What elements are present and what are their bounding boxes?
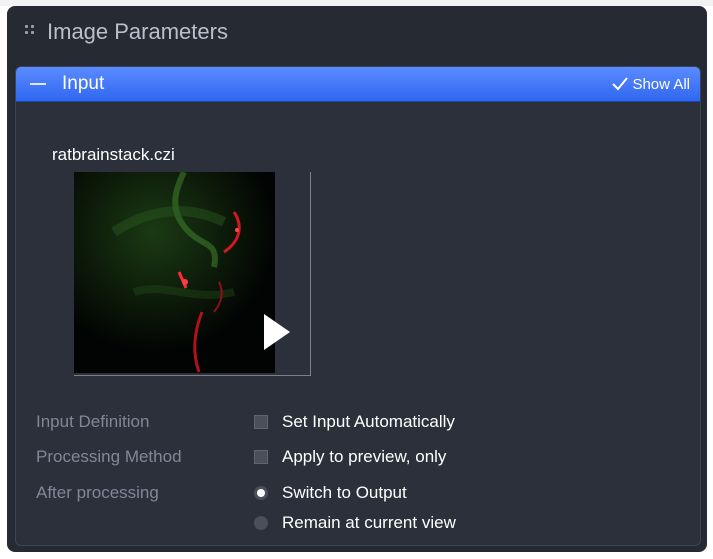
show-all-button[interactable]: Show All — [612, 76, 690, 93]
switch-to-output-radio[interactable] — [254, 486, 268, 500]
remain-at-current-view-option[interactable]: Remain at current view — [254, 513, 456, 533]
apply-to-preview-checkbox[interactable] — [254, 450, 268, 464]
remain-at-current-view-label: Remain at current view — [282, 513, 456, 532]
processing-method-label: Processing Method — [36, 447, 182, 466]
switch-to-output-option[interactable]: Switch to Output — [254, 483, 407, 503]
image-parameters-panel: Image Parameters Input Show All ratbrain… — [7, 6, 707, 552]
panel-title: Image Parameters — [47, 19, 228, 44]
play-icon[interactable] — [264, 314, 290, 350]
switch-to-output-label: Switch to Output — [282, 483, 407, 502]
input-section: Input Show All ratbrainstack.czi Input D… — [15, 66, 701, 546]
drag-handle-icon[interactable] — [25, 25, 39, 39]
collapse-icon[interactable] — [30, 83, 46, 85]
set-input-automatically-option[interactable]: Set Input Automatically — [254, 412, 455, 432]
apply-to-preview-label: Apply to preview, only — [282, 447, 447, 466]
apply-to-preview-option[interactable]: Apply to preview, only — [254, 447, 446, 467]
input-definition-label: Input Definition — [36, 412, 150, 431]
thumbnail-image — [74, 172, 275, 373]
thumbnail-frame[interactable] — [74, 172, 311, 376]
after-processing-label: After processing — [36, 483, 159, 502]
set-input-automatically-checkbox[interactable] — [254, 415, 268, 429]
show-all-label: Show All — [632, 75, 690, 93]
image-thumbnail[interactable] — [74, 172, 275, 373]
input-section-header[interactable]: Input Show All — [16, 67, 700, 102]
section-title: Input — [62, 73, 105, 94]
panel-header[interactable]: Image Parameters — [7, 6, 707, 58]
checkmark-icon — [612, 77, 629, 91]
file-name: ratbrainstack.czi — [52, 145, 175, 164]
set-input-automatically-label: Set Input Automatically — [282, 412, 455, 431]
remain-at-current-view-radio[interactable] — [254, 516, 268, 530]
